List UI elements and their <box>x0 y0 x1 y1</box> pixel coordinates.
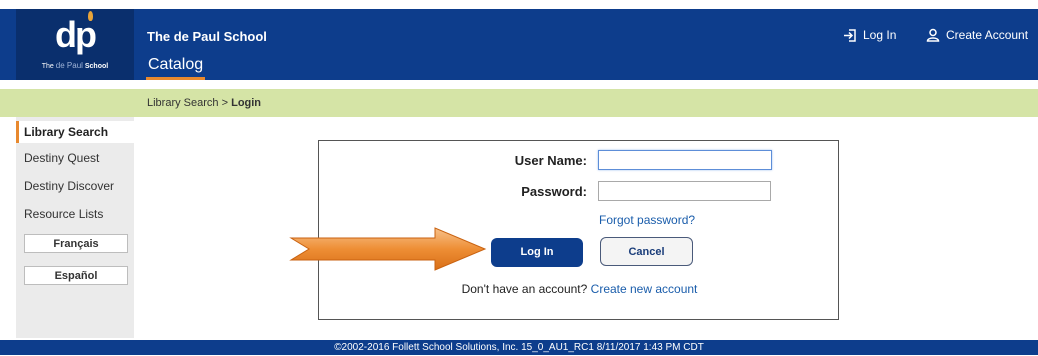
header-create-account-label: Create Account <box>946 28 1029 42</box>
school-logo[interactable]: dp The de Paul School <box>16 9 134 80</box>
username-label: User Name: <box>514 153 587 168</box>
username-input[interactable] <box>598 150 772 170</box>
breadcrumb-separator: > <box>218 97 232 109</box>
logo-sub-school: School <box>84 63 109 70</box>
sidebar-item-destiny-discover[interactable]: Destiny Discover <box>16 175 134 197</box>
language-button-francais[interactable]: Français <box>24 234 128 253</box>
language-button-espanol[interactable]: Español <box>24 266 128 285</box>
sidebar-item-destiny-quest[interactable]: Destiny Quest <box>16 147 134 169</box>
sidebar: Library Search Destiny Quest Destiny Dis… <box>16 117 134 338</box>
login-button[interactable]: Log In <box>491 238 583 267</box>
login-icon <box>844 28 856 42</box>
header-login-link[interactable]: Log In <box>843 28 896 42</box>
breadcrumb-bar: Library Search > Login <box>0 89 1038 117</box>
user-icon <box>926 28 940 42</box>
logo-subtitle: The de Paul School <box>16 61 134 71</box>
tab-catalog[interactable]: Catalog <box>146 56 206 80</box>
header-bar: dp The de Paul School The de Paul School… <box>0 9 1038 80</box>
forgot-password-link[interactable]: Forgot password? <box>599 213 695 227</box>
no-account-prompt: Don't have an account? Create new accoun… <box>319 282 840 296</box>
logo-sub-middle: de Paul <box>55 61 83 70</box>
sidebar-item-library-search[interactable]: Library Search <box>16 121 134 143</box>
header-login-label: Log In <box>863 28 897 42</box>
breadcrumb-library-search[interactable]: Library Search <box>147 97 219 109</box>
create-new-account-link[interactable]: Create new account <box>591 282 698 296</box>
logo-mark: dp <box>55 14 97 55</box>
pointer-arrow-icon <box>289 227 487 271</box>
header-create-account-link[interactable]: Create Account <box>926 28 1028 42</box>
sidebar-item-resource-lists[interactable]: Resource Lists <box>16 203 134 225</box>
logo-sub-the: The <box>41 63 54 70</box>
cancel-button[interactable]: Cancel <box>600 237 693 266</box>
no-account-text: Don't have an account? <box>461 282 588 296</box>
breadcrumb-current: Login <box>231 97 262 109</box>
password-input[interactable] <box>598 181 771 201</box>
school-name: The de Paul School <box>147 29 267 44</box>
breadcrumb: Library Search > Login <box>147 97 261 109</box>
footer: ©2002-2016 Follett School Solutions, Inc… <box>0 340 1038 355</box>
password-label: Password: <box>521 184 587 199</box>
